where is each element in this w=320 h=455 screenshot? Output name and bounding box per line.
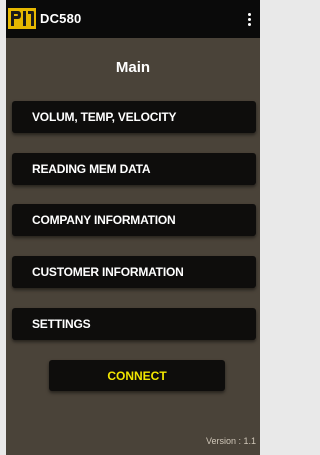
company-information-button[interactable]: COMPANY INFORMATION	[12, 204, 256, 236]
settings-button[interactable]: SETTINGS	[12, 308, 256, 340]
page-title: Main	[115, 59, 151, 76]
app-title: DC580	[40, 11, 82, 26]
app-logo	[8, 8, 36, 29]
more-vert-icon[interactable]	[238, 5, 260, 33]
volum-temp-velocity-button[interactable]: VOLUM, TEMP, VELOCITY	[12, 101, 256, 133]
connect-button[interactable]: CONNECT	[49, 360, 225, 391]
app-screen: DC580 Main VOLUM, TEMP, VELOCITY READING…	[6, 0, 260, 455]
reading-mem-data-button[interactable]: READING MEM DATA	[12, 153, 256, 185]
customer-information-button[interactable]: CUSTOMER INFORMATION	[12, 256, 256, 288]
app-bar: DC580	[6, 0, 260, 38]
version-label: Version : 1.1	[205, 436, 256, 446]
